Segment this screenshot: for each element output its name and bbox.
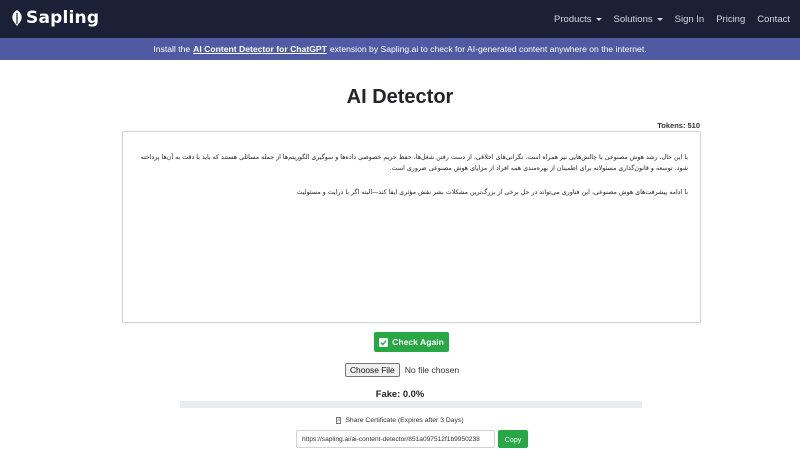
token-count-label: Tokens: — [657, 121, 686, 130]
share-url-input[interactable] — [296, 430, 495, 448]
fake-progress-bar — [180, 401, 642, 408]
nav-contact-label: Contact — [757, 13, 790, 25]
promo-suffix: extension by Sapling.ai to check for AI-… — [329, 44, 647, 54]
nav-pricing-label: Pricing — [716, 13, 746, 25]
nav-menu: Products Solutions Sign In Pricing Conta… — [542, 0, 790, 38]
share-certificate-label: Share Certificate (Expires after 3 Days) — [345, 417, 464, 424]
check-icon — [379, 337, 389, 347]
share-certificate: Share Certificate (Expires after 3 Days) — [0, 417, 800, 424]
promo-banner: Install the AI Content Detector for Chat… — [0, 38, 800, 60]
page-title: AI Detector — [346, 86, 454, 108]
check-again-button[interactable]: Check Again — [374, 332, 449, 352]
nav-contact[interactable]: Contact — [757, 14, 790, 25]
nav-pricing[interactable]: Pricing — [716, 14, 745, 25]
brand-name: Sapling — [26, 8, 100, 28]
check-again-label: Check Again — [392, 337, 444, 347]
text-input-area[interactable]: با این حال، رشد هوش مصنوعی با چالش‌هایی … — [122, 131, 701, 323]
file-status: No file chosen — [404, 365, 460, 375]
editor-paragraph: با این حال، رشد هوش مصنوعی با چالش‌هایی … — [140, 154, 688, 172]
caret-down-icon — [595, 17, 602, 21]
brand-logo[interactable]: Sapling — [10, 8, 99, 28]
fake-score: Fake: 0.0% — [375, 388, 425, 399]
copy-button[interactable]: Copy — [498, 430, 528, 448]
choose-file-button[interactable]: Choose File — [345, 363, 400, 377]
nav-sign-in[interactable]: Sign In — [675, 14, 705, 25]
nav-solutions-label: Solutions — [613, 13, 653, 25]
caret-down-icon — [656, 17, 663, 21]
promo-prefix: Install the — [153, 44, 191, 54]
nav-products[interactable]: Products — [554, 14, 602, 25]
nav-solutions[interactable]: Solutions — [614, 14, 663, 25]
share-url-row: Copy — [296, 430, 528, 448]
nav-products-label: Products — [554, 13, 592, 25]
nav-sign-in-label: Sign In — [674, 13, 705, 25]
certificate-icon — [336, 417, 342, 424]
file-upload: Choose File No file chosen — [345, 363, 459, 377]
sapling-logo-icon — [12, 10, 22, 26]
editor-paragraph: با ادامه پیشرفت‌های هوش مصنوعی، این فناو… — [296, 189, 688, 196]
top-navbar: Sapling Products Solutions Sign In Prici… — [0, 0, 800, 38]
token-count-value: 510 — [687, 121, 700, 130]
promo-extension-link[interactable]: AI Content Detector for ChatGPT — [193, 44, 327, 54]
token-count: Tokens: 510 — [655, 121, 700, 130]
